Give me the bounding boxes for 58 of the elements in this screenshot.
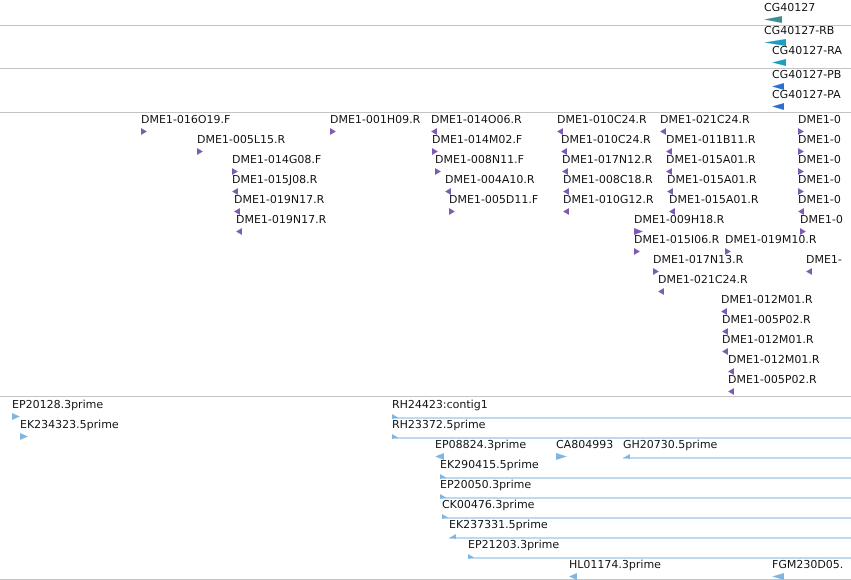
feature-label: EK290415.5prime: [440, 458, 540, 471]
feature-label: CK00476.3prime: [442, 498, 536, 511]
feature-label: HL01174.3prime: [569, 558, 661, 571]
feature-label: EP20128.3prime: [12, 398, 104, 411]
feature-label: DME1-0: [798, 153, 841, 166]
feature-label: CG40127-PA: [772, 88, 841, 101]
feature-label: DME1-019N17.R: [234, 193, 324, 206]
feature-label: EP08824.3prime: [435, 438, 526, 451]
feature-label: DME1-021C24.R: [658, 273, 748, 286]
feature-label: DME1-0: [798, 133, 841, 146]
feature-label: DME1-0: [800, 213, 843, 226]
feature-label: CG40127-RB: [764, 24, 834, 37]
feature-label: DME1-014O06.R: [431, 113, 522, 126]
feature-label: DME1-0: [798, 113, 841, 126]
feature-label: DME1-010C24.R: [561, 133, 651, 146]
feature-label: DME1-005L15.R: [197, 133, 286, 146]
feature-label: DME1-019N17.R: [236, 213, 326, 226]
feature-label: DME1-005P02.R: [728, 373, 817, 386]
feature-label: EP21203.3prime: [468, 538, 560, 551]
feature-label: EP20050.3prime: [440, 478, 532, 491]
feature-label: DME1-005P02.R: [722, 313, 811, 326]
feature-label: DME1-004A10.R: [445, 173, 535, 186]
feature-label: CA804993: [556, 438, 614, 451]
feature-label: CG40127-RA: [772, 44, 842, 57]
feature-label: DME1-015A01.R: [667, 173, 757, 186]
feature-label: CG40127-PB: [772, 68, 842, 81]
feature-label: RH23372.5prime: [392, 418, 486, 431]
feature-label: DME1-014G08.F: [232, 153, 322, 166]
feature-label: DME1-001H09.R: [330, 113, 420, 126]
feature-label: DME1-009H18.R: [634, 213, 724, 226]
feature-label: EK234323.5prime: [20, 418, 119, 431]
feature-label: DME1-008C18.R: [563, 173, 653, 186]
feature-label: FGM230D05.: [772, 558, 844, 571]
feature-label: DME1-015I06.R: [634, 233, 720, 246]
feature-label: DME1-017N13.R: [653, 253, 744, 266]
feature-label: DME1-012M01.R: [721, 293, 813, 306]
feature-label: DME1-015A01.R: [669, 193, 759, 206]
feature-label: DME1-005D11.F: [449, 193, 538, 206]
feature-label: DME1-010G12.R: [563, 193, 654, 206]
feature-label: DME1-0: [798, 173, 841, 186]
feature-label: DME1-008N11.F: [435, 153, 524, 166]
feature-label: DME1-015J08.R: [232, 173, 318, 186]
feature-label: DME1-019M10.R: [725, 233, 817, 246]
feature-label: DME1-016O19.F: [141, 113, 230, 126]
feature-label: DME1-011B11.R: [666, 133, 756, 146]
feature-label: EK237331.5prime: [449, 518, 549, 531]
feature-label: DME1-017N12.R: [562, 153, 652, 166]
feature-label: DME1-: [806, 253, 842, 266]
feature-label: DME1-0: [798, 193, 841, 206]
feature-label: DME1-012M01.R: [722, 333, 814, 346]
feature-label: DME1-021C24.R: [660, 113, 750, 126]
feature-label: CG40127: [764, 1, 816, 14]
feature-label: RH24423:contig1: [392, 398, 489, 411]
feature-label: DME1-010C24.R: [557, 113, 647, 126]
feature-label: GH20730.5prime: [623, 438, 718, 451]
feature-label: DME1-014M02.F: [432, 133, 522, 146]
feature-label: DME1-012M01.R: [728, 353, 820, 366]
feature-label: DME1-015A01.R: [666, 153, 756, 166]
